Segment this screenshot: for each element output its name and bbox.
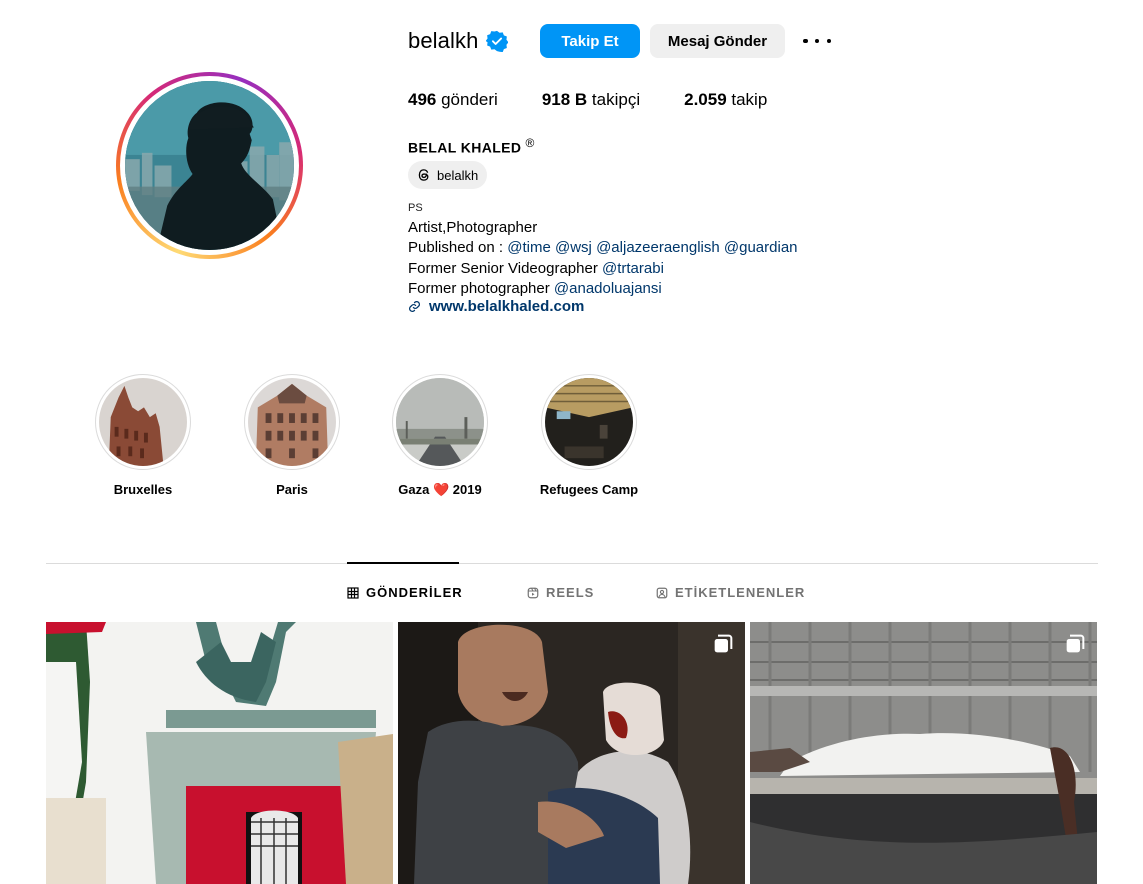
tab-posts[interactable]: GÖNDERİLER	[347, 585, 463, 600]
tab-reels[interactable]: REELS	[527, 585, 594, 600]
carousel-icon	[1066, 634, 1085, 653]
heart-icon: ❤️	[432, 482, 450, 497]
post-image	[398, 622, 745, 884]
stat-following-label: takip	[726, 90, 768, 109]
profile-stats: 496 gönderi 918 B takipçi 2.059 takip	[408, 90, 811, 110]
stat-following-count: 2.059	[684, 90, 727, 109]
tagged-icon	[656, 587, 668, 598]
mention-link[interactable]: @time	[507, 239, 551, 256]
avatar-gap	[120, 76, 299, 255]
full-name: BELAL KHALED ®	[408, 136, 535, 156]
bio-line: Artist,Photographer	[408, 219, 538, 236]
highlight-ring	[392, 374, 488, 470]
more-options-icon[interactable]	[803, 28, 831, 54]
grid-icon	[347, 586, 359, 599]
bio-line-published: Published on : @time @wsj @aljazeeraengl…	[408, 238, 798, 258]
registered-mark: ®	[525, 136, 535, 150]
highlight-cover-image	[248, 378, 336, 466]
highlight-cover-image	[99, 378, 187, 466]
stat-followers-label: takipçi	[587, 90, 641, 109]
stat-posts: 496 gönderi	[408, 90, 498, 110]
mention-link[interactable]: @aljazeeraenglish	[596, 239, 720, 256]
highlight-label: Gaza ❤️ 2019	[380, 482, 500, 498]
message-button[interactable]: Mesaj Gönder	[650, 24, 785, 58]
avatar[interactable]	[125, 81, 294, 250]
threads-handle: belalkh	[437, 167, 479, 183]
post-thumbnail[interactable]	[398, 622, 745, 884]
highlight-cover	[99, 378, 187, 466]
highlight-ring	[95, 374, 191, 470]
highlight-ring	[541, 374, 637, 470]
active-tab-indicator	[347, 562, 459, 564]
stat-followers-count: 918 B	[541, 90, 588, 109]
highlight-refugees-camp[interactable]: Refugees Camp	[529, 374, 649, 497]
highlight-label: Refugees Camp	[539, 482, 639, 497]
carousel-icon	[714, 634, 733, 653]
stat-followers[interactable]: 918 B takipçi	[542, 90, 640, 110]
mention-link[interactable]: @wsj	[555, 239, 592, 256]
highlight-gaza-2019[interactable]: Gaza ❤️ 2019	[380, 374, 500, 498]
username: belalkh	[408, 28, 479, 53]
post-thumbnail[interactable]	[46, 622, 393, 884]
mention-link[interactable]: @guardian	[724, 239, 798, 256]
highlight-cover	[248, 378, 336, 466]
highlight-bruxelles[interactable]: Bruxelles	[83, 374, 203, 497]
highlight-cover-image	[545, 378, 633, 466]
highlight-cover	[545, 378, 633, 466]
highlight-label: Bruxelles	[113, 482, 173, 497]
bio-videographer-prefix: Former Senior Videographer	[408, 259, 602, 277]
stat-posts-label: gönderi	[436, 90, 498, 109]
highlight-cover	[396, 378, 484, 466]
bio-line-photographer: Former photographer @anadoluajansi	[408, 279, 798, 299]
stat-following[interactable]: 2.059 takip	[684, 90, 767, 110]
link-icon	[409, 301, 420, 312]
profile-category: PS	[408, 202, 423, 214]
post-thumbnail[interactable]	[750, 622, 1097, 884]
highlight-ring	[244, 374, 340, 470]
stat-posts-count: 496	[408, 90, 437, 109]
tab-tagged[interactable]: ETİKETLENENLER	[656, 585, 805, 600]
reels-icon	[527, 587, 539, 598]
tab-posts-label: GÖNDERİLER	[366, 585, 463, 600]
post-image	[750, 622, 1097, 884]
mention-link[interactable]: @trtarabi	[602, 260, 664, 277]
avatar-image	[125, 81, 294, 250]
threads-badge[interactable]: belalkh	[408, 161, 488, 189]
website-url: www.belalkhaled.com	[429, 298, 585, 315]
full-name-text: BELAL KHALED	[408, 139, 522, 156]
tab-tagged-label: ETİKETLENENLER	[675, 585, 806, 600]
post-image	[46, 622, 393, 884]
highlight-cover-image	[396, 378, 484, 466]
highlight-label-prefix: Gaza	[398, 482, 433, 497]
website-link[interactable]: www.belalkhaled.com	[408, 298, 584, 315]
verified-badge-icon	[486, 30, 509, 52]
highlight-label: Paris	[276, 482, 308, 497]
bio: Artist,Photographer Published on : @time…	[408, 218, 798, 299]
bio-line-videographer: Former Senior Videographer @trtarabi	[408, 259, 798, 279]
mention-link[interactable]: @anadoluajansi	[554, 280, 662, 297]
bio-photographer-prefix: Former photographer	[408, 279, 554, 297]
follow-button[interactable]: Takip Et	[540, 24, 640, 58]
threads-icon	[418, 169, 429, 181]
highlight-paris[interactable]: Paris	[232, 374, 352, 497]
tabs-divider	[46, 563, 1098, 564]
highlight-label-suffix: 2019	[449, 482, 482, 497]
profile-avatar-ring[interactable]	[116, 72, 303, 259]
bio-published-prefix: Published on :	[408, 239, 508, 257]
username-row: belalkh	[408, 24, 509, 58]
tab-reels-label: REELS	[546, 585, 595, 600]
